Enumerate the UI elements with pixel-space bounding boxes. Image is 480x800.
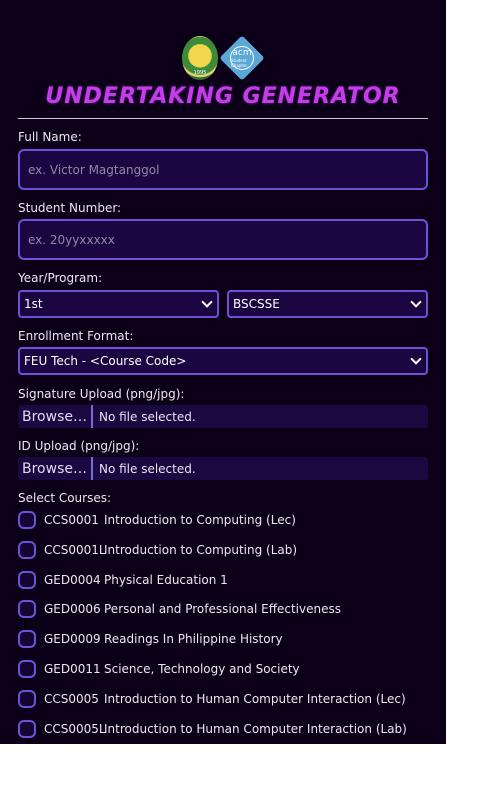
title-divider — [18, 118, 428, 119]
signature-file-status: No file selected. — [98, 409, 196, 424]
acm-logo-subtext: Student Chapter — [231, 57, 247, 68]
signature-upload-field: Browse… No file selected. — [18, 405, 428, 428]
id-upload-field: Browse… No file selected. — [18, 457, 428, 480]
enrollment-format-label: Enrollment Format: — [18, 329, 134, 343]
full-name-field-wrapper — [18, 149, 428, 190]
student-number-label: Student Number: — [18, 201, 122, 215]
signature-browse-button[interactable]: Browse… — [18, 405, 93, 428]
course-code: GED0004 — [44, 573, 101, 587]
acm-logo-text: acm — [232, 47, 252, 58]
enrollment-format-select[interactable]: FEU Tech - <Course Code> — [18, 347, 428, 375]
program-select[interactable]: BSCSSE — [227, 290, 428, 318]
course-code: CCS0005 — [44, 692, 99, 706]
undertaking-form-panel: 1995 acm Student Chapter UNDERTAKING GEN… — [0, 0, 446, 744]
course-checkbox[interactable] — [18, 720, 36, 738]
course-checkbox[interactable] — [18, 541, 36, 559]
course-name: Introduction to Human Computer Interacti… — [104, 692, 406, 706]
seal-year-text: 1995 — [193, 70, 207, 76]
course-item[interactable]: CCS0005L Introduction to Human Computer … — [18, 718, 438, 740]
course-item[interactable]: CCS0001L Introduction to Computing (Lab) — [18, 539, 438, 561]
course-code: CCS0005L — [44, 722, 106, 736]
acm-chapter-logo: acm Student Chapter — [219, 35, 265, 81]
course-name: Personal and Professional Effectiveness — [104, 602, 341, 616]
select-courses-label: Select Courses: — [18, 491, 112, 505]
full-name-label: Full Name: — [18, 130, 82, 144]
id-browse-button[interactable]: Browse… — [18, 457, 93, 480]
course-item[interactable]: CCS0005 Introduction to Human Computer I… — [18, 688, 438, 710]
course-name: Introduction to Human Computer Interacti… — [104, 722, 407, 736]
year-program-label: Year/Program: — [18, 271, 103, 285]
course-checkbox[interactable] — [18, 511, 36, 529]
signature-upload-label: Signature Upload (png/jpg): — [18, 387, 185, 401]
student-number-field-wrapper — [18, 219, 428, 260]
full-name-input[interactable] — [26, 161, 420, 178]
chevron-down-icon — [201, 296, 213, 308]
id-upload-label: ID Upload (png/jpg): — [18, 439, 140, 453]
course-checkbox[interactable] — [18, 660, 36, 678]
course-name: Introduction to Computing (Lab) — [104, 543, 298, 557]
course-item[interactable]: GED0011 Science, Technology and Society — [18, 658, 438, 680]
student-number-input[interactable] — [26, 231, 420, 248]
enrollment-format-value: FEU Tech - <Course Code> — [24, 354, 187, 368]
course-item[interactable]: GED0009 Readings In Philippine History — [18, 628, 438, 650]
page-title: UNDERTAKING GENERATOR — [45, 84, 401, 109]
chevron-down-icon — [410, 296, 422, 308]
course-checkbox[interactable] — [18, 690, 36, 708]
course-item[interactable]: GED0006 Personal and Professional Effect… — [18, 598, 438, 620]
logo-row: 1995 acm Student Chapter — [0, 35, 446, 81]
course-checkbox[interactable] — [18, 630, 36, 648]
course-item[interactable]: GED0004 Physical Education 1 — [18, 569, 438, 591]
course-name: Physical Education 1 — [104, 573, 228, 587]
course-name: Science, Technology and Society — [104, 662, 300, 676]
course-name: Readings In Philippine History — [104, 632, 283, 646]
course-code: GED0011 — [44, 662, 101, 676]
year-select[interactable]: 1st — [18, 290, 219, 318]
course-code: GED0009 — [44, 632, 101, 646]
course-name: Introduction to Computing (Lec) — [104, 513, 296, 527]
id-file-status: No file selected. — [98, 461, 196, 476]
course-code: CCS0001 — [44, 513, 99, 527]
year-select-value: 1st — [24, 297, 43, 311]
program-select-value: BSCSSE — [233, 297, 280, 311]
course-code: CCS0001L — [44, 543, 106, 557]
course-checkbox[interactable] — [18, 571, 36, 589]
course-item[interactable]: CCS0001 Introduction to Computing (Lec) — [18, 509, 438, 531]
chevron-down-icon — [410, 353, 422, 365]
course-code: GED0006 — [44, 602, 101, 616]
course-checkbox[interactable] — [18, 600, 36, 618]
university-seal-logo: 1995 — [182, 36, 218, 80]
